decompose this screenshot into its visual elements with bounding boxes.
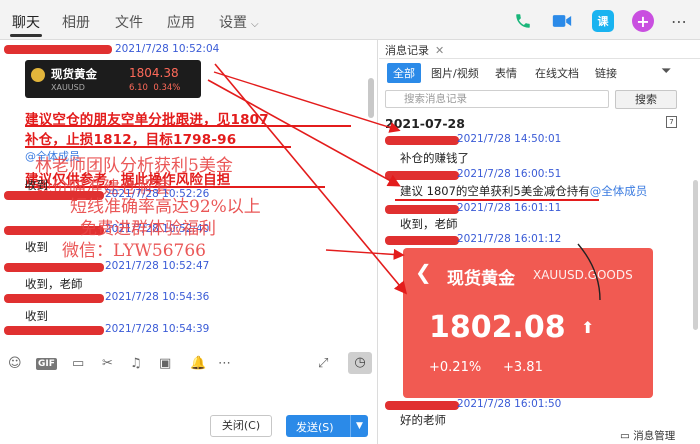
redacted-sender (385, 171, 459, 180)
chat-scrollbar[interactable] (368, 78, 374, 118)
quote-name: 现货黄金 (447, 269, 515, 289)
overlay-line-5: 微信：LYW56766 (62, 241, 206, 261)
message-time: 2021/7/28 10:54:36 (105, 291, 210, 303)
redacted-sender (4, 45, 112, 54)
redacted-sender (385, 136, 459, 145)
music-icon[interactable]: ♫ (130, 356, 142, 371)
chevron-down-icon: ⌵ (251, 19, 259, 30)
redacted-sender (4, 326, 104, 335)
phone-call-icon[interactable] (512, 10, 534, 32)
emoji-icon[interactable]: ☺ (8, 356, 22, 371)
input-toolbar: ☺ GIF ▭ ✂ ♫ ▣ 🔔 ⋯ ⤢ ◷ (0, 350, 377, 376)
advice-line-2: 补仓，止损1812，目标1798-96 (25, 132, 237, 148)
history-tab-label: 消息记录 (385, 44, 429, 57)
at-all-mention[interactable]: @全体成员 (590, 184, 648, 198)
send-button[interactable]: 发送(S) ▼ (286, 415, 368, 437)
record-text: 补仓的赚钱了 (400, 151, 469, 165)
quote-name: 现货黄金 (51, 67, 97, 81)
record-text-body: 建议 1807的空单获利5美金减仓持有 (400, 184, 590, 198)
record-time: 2021/7/28 16:01:11 (457, 202, 562, 214)
tab-album[interactable]: 相册 (62, 12, 90, 32)
scissors-icon[interactable]: ✂ (102, 356, 113, 371)
gif-icon[interactable]: GIF (36, 358, 57, 370)
quote-change: 6.10 0.34% (129, 83, 180, 93)
top-nav-bar: 聊天 相册 文件 应用 设置 ⌵ 课 + ⋯ (0, 0, 700, 40)
chevron-down-icon[interactable]: ▼ (350, 415, 368, 437)
divider (379, 58, 700, 59)
search-input[interactable]: 搜索消息记录 (385, 90, 609, 108)
message-text: 收到 (25, 178, 48, 192)
underline (25, 125, 351, 127)
history-clock-icon[interactable]: ◷ (348, 352, 372, 374)
record-time: 2021/7/28 16:01:50 (457, 398, 562, 410)
quote-change-value: 6.10 (129, 83, 148, 93)
calendar-icon[interactable]: 7 (666, 116, 677, 128)
app-window: 聊天 相册 文件 应用 设置 ⌵ 课 + ⋯ 2021/7/28 10:52:04… (0, 0, 700, 444)
search-button[interactable]: 搜索 (615, 90, 677, 109)
record-text: 收到，老師 (400, 217, 458, 231)
close-button[interactable]: 关闭(C) (210, 415, 272, 437)
filter-media[interactable]: 图片/视频 (431, 65, 479, 81)
more-icon[interactable]: ⋯ (668, 10, 690, 32)
filter-emoji[interactable]: 表情 (495, 65, 517, 81)
image-icon[interactable]: ▣ (159, 356, 171, 371)
message-time: 2021/7/28 10:52:47 (105, 260, 210, 272)
quote-card[interactable]: 现货黄金 XAUUSD 1804.38 6.10 0.34% (25, 60, 201, 98)
class-icon[interactable]: 课 (592, 10, 614, 32)
filter-icon[interactable]: ⏷ (661, 64, 671, 79)
manage-icon: ▭ (620, 430, 630, 442)
quote-price: 1802.08 (429, 310, 566, 345)
send-label: 发送(S) (296, 421, 334, 434)
tab-files[interactable]: 文件 (115, 12, 143, 32)
up-arrow-icon: ⬆ (581, 318, 595, 337)
message-text: 收到，老師 (25, 277, 83, 291)
history-scrollbar[interactable] (693, 180, 698, 330)
more-icon[interactable]: ⋯ (218, 356, 231, 371)
redacted-sender (385, 401, 459, 410)
tab-apps[interactable]: 应用 (167, 12, 195, 32)
message-manage-link[interactable]: ▭ 消息管理 (620, 428, 675, 443)
filter-links[interactable]: 链接 (595, 65, 617, 81)
record-time: 2021/7/28 14:50:01 (457, 133, 562, 145)
filter-docs[interactable]: 在线文档 (535, 65, 579, 81)
tab-settings[interactable]: 设置 ⌵ (219, 12, 259, 32)
tab-message-history[interactable]: 消息记录 ✕ (385, 42, 444, 58)
tab-settings-label: 设置 (219, 15, 247, 31)
quote-code: XAUUSD.GOODS (533, 268, 633, 282)
bell-icon[interactable]: 🔔 (190, 356, 206, 371)
manage-label: 消息管理 (633, 430, 676, 442)
message-text: 收到 (25, 309, 48, 323)
history-panel: 消息记录✕ 全部 图片/视频 表情 在线文档 链接 ⏷ ⌕ 搜索消息记录 搜索 … (379, 40, 700, 444)
add-icon[interactable]: + (632, 10, 654, 32)
quote-price: 1804.38 (129, 66, 179, 80)
chat-area: 2021/7/28 10:52:04 现货黄金 XAUUSD 1804.38 6… (0, 40, 378, 444)
close-icon[interactable]: ✕ (435, 44, 444, 57)
record-time: 2021/7/28 16:01:12 (457, 233, 562, 245)
gold-coin-icon (31, 68, 45, 82)
quote-change-pct: +0.21% (429, 360, 482, 375)
redacted-sender (385, 236, 459, 245)
underline (395, 199, 599, 201)
quote-change-pct: 0.34% (153, 83, 181, 93)
file-icon[interactable]: ▭ (72, 356, 84, 371)
record-text: 好的老师 (400, 413, 446, 427)
expand-icon[interactable]: ⤢ (318, 356, 328, 371)
back-arrow-icon: ❮ (415, 260, 432, 284)
redacted-sender (4, 263, 104, 272)
message-time: 2021/7/28 10:54:39 (105, 323, 210, 335)
message-time: 2021/7/28 10:52:04 (115, 43, 220, 55)
record-time: 2021/7/28 16:00:51 (457, 168, 562, 180)
video-call-icon[interactable] (551, 10, 573, 32)
redacted-sender (4, 294, 104, 303)
record-text: 建议 1807的空单获利5美金减仓持有@全体成员 (400, 183, 647, 199)
quote-code: XAUUSD (51, 83, 85, 92)
quote-change-value: +3.81 (503, 360, 543, 375)
tab-chat[interactable]: 聊天 (10, 12, 42, 37)
filter-all[interactable]: 全部 (387, 63, 421, 83)
date-header: 2021-07-28 (385, 116, 465, 131)
quote-card-large[interactable]: ❮ 现货黄金 XAUUSD.GOODS 1802.08 ⬆ +0.21% +3.… (403, 248, 653, 398)
message-text: 收到 (25, 240, 48, 254)
redacted-sender (385, 205, 459, 214)
